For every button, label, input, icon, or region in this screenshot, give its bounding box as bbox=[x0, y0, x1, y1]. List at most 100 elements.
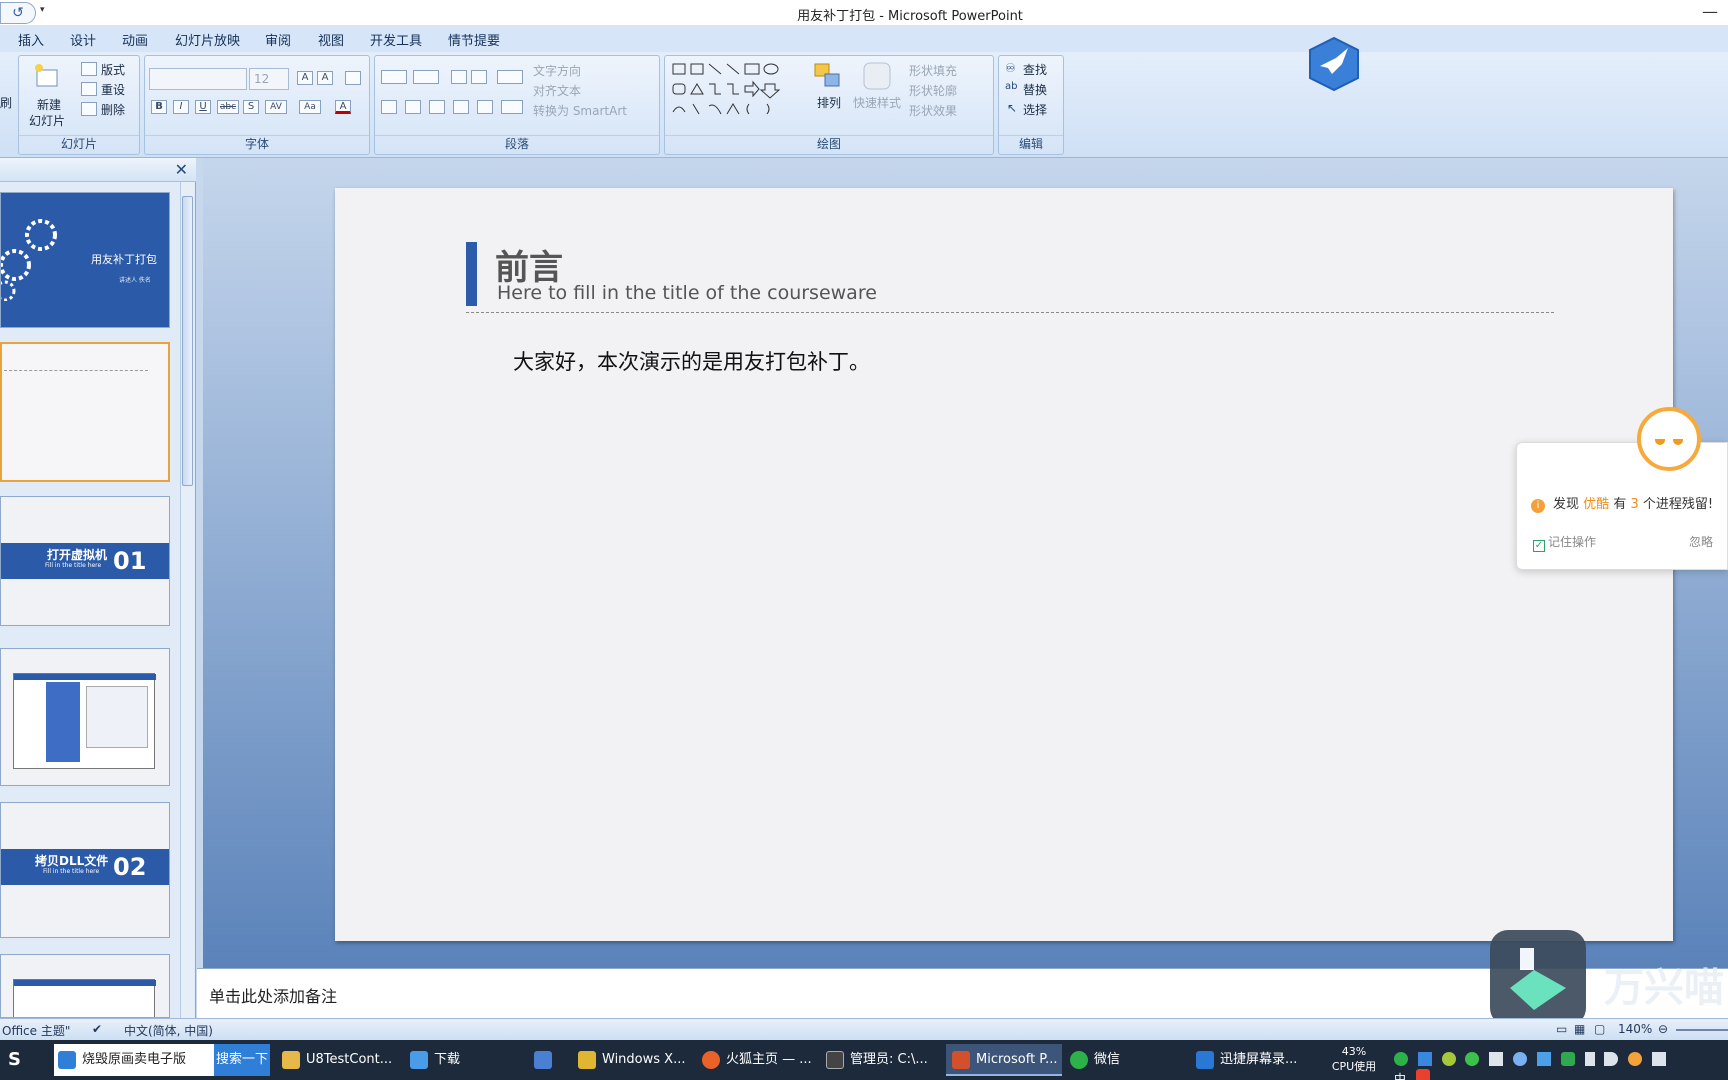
font-name-select[interactable] bbox=[149, 68, 247, 90]
slide-thumbnail-2[interactable] bbox=[0, 342, 170, 482]
tab-design[interactable]: 设计 bbox=[70, 30, 96, 49]
font-color-button[interactable]: A bbox=[335, 100, 351, 114]
find-button[interactable]: 查找 bbox=[1023, 61, 1047, 78]
scrollbar-thumb[interactable] bbox=[182, 196, 193, 486]
underline-button[interactable]: U bbox=[195, 100, 211, 114]
cpu-meter[interactable]: 43% CPU使用 bbox=[1324, 1044, 1384, 1074]
slide-thumbnail-6[interactable] bbox=[0, 954, 170, 1018]
columns-icon[interactable] bbox=[501, 100, 523, 114]
tray-nvidia-icon[interactable] bbox=[1394, 1052, 1408, 1066]
taskbar-search-box[interactable]: 烧毁原画卖电子版 bbox=[54, 1044, 214, 1076]
tray-wechat-icon[interactable] bbox=[1465, 1052, 1480, 1066]
slide-body-text[interactable]: 大家好，本次演示的是用友打包补丁。 bbox=[513, 346, 870, 376]
tray-shield-icon[interactable] bbox=[1536, 1052, 1551, 1066]
ime-indicator[interactable]: 中 bbox=[1394, 1072, 1406, 1080]
tray-user-icon[interactable] bbox=[1513, 1052, 1528, 1066]
bullets-icon[interactable] bbox=[381, 70, 407, 84]
slide-subtitle[interactable]: Here to fill in the title of the coursew… bbox=[497, 282, 877, 304]
change-case-button[interactable]: Aa bbox=[299, 100, 321, 114]
tray-security-icon[interactable] bbox=[1560, 1052, 1575, 1066]
zoom-out-icon[interactable]: ⊖ bbox=[1658, 1022, 1668, 1036]
clear-format-icon[interactable] bbox=[345, 71, 361, 85]
char-spacing-button[interactable]: AV bbox=[265, 100, 287, 114]
tray-volume-icon[interactable] bbox=[1604, 1052, 1619, 1066]
convert-smartart-button[interactable]: 转换为 SmartArt bbox=[533, 102, 627, 119]
minimize-button[interactable]: — bbox=[1702, 2, 1718, 21]
quick-styles-button[interactable]: 快速样式 bbox=[853, 94, 901, 111]
new-slide-dropdown[interactable]: 幻灯片 bbox=[29, 112, 65, 129]
delete-button[interactable]: 删除 bbox=[101, 101, 125, 118]
start-button[interactable]: S bbox=[8, 1044, 21, 1076]
shadow-button[interactable]: S bbox=[243, 100, 259, 114]
taskbar-item-recorder[interactable]: 迅捷屏幕录... bbox=[1196, 1044, 1297, 1076]
tab-animation[interactable]: 动画 bbox=[122, 30, 148, 49]
search-button[interactable]: 搜索一下 bbox=[214, 1044, 270, 1076]
shrink-font-icon[interactable]: A bbox=[317, 71, 333, 85]
checkbox-checked-icon[interactable]: ✓ bbox=[1533, 540, 1545, 552]
strikethrough-button[interactable]: abc bbox=[217, 100, 239, 114]
search-input-text[interactable]: 烧毁原画卖电子版 bbox=[82, 1052, 186, 1067]
grow-font-icon[interactable]: A bbox=[297, 71, 313, 85]
align-text-button[interactable]: 对齐文本 bbox=[533, 82, 581, 99]
tray-plus-icon[interactable] bbox=[1441, 1052, 1456, 1066]
taskbar-item-powerpoint[interactable]: Microsoft P... bbox=[946, 1044, 1062, 1076]
line-spacing-icon[interactable] bbox=[497, 70, 523, 84]
ignore-button[interactable]: 忽略 bbox=[1689, 533, 1713, 550]
slideshow-view-icon[interactable]: ▢ bbox=[1594, 1022, 1605, 1036]
justify-icon[interactable] bbox=[453, 100, 469, 114]
text-direction-button[interactable]: 文字方向 bbox=[533, 62, 581, 79]
bold-button[interactable]: B bbox=[151, 100, 167, 114]
format-painter-cut-label[interactable]: 刷 bbox=[0, 94, 12, 111]
shape-outline-button[interactable]: 形状轮廓 bbox=[909, 82, 957, 99]
italic-button[interactable]: I bbox=[173, 100, 189, 114]
align-center-icon[interactable] bbox=[405, 100, 421, 114]
remember-checkbox[interactable]: ✓ 记住操作 bbox=[1533, 533, 1596, 552]
tab-storyboard[interactable]: 情节提要 bbox=[448, 30, 500, 49]
slide-thumbnail-1[interactable]: 用友补丁打包 讲述人 佚名 bbox=[0, 192, 170, 328]
align-left-icon[interactable] bbox=[381, 100, 397, 114]
tray-network-icon[interactable] bbox=[1489, 1052, 1504, 1066]
taskbar-item-u8testcont[interactable]: U8TestCont... bbox=[282, 1044, 392, 1076]
shape-effects-button[interactable]: 形状效果 bbox=[909, 102, 957, 119]
tray-wifi-icon[interactable] bbox=[1652, 1052, 1667, 1066]
tab-developer[interactable]: 开发工具 bbox=[370, 30, 422, 49]
taskbar-item-wechat[interactable]: 微信 bbox=[1070, 1044, 1120, 1076]
zoom-level[interactable]: 140% bbox=[1618, 1022, 1652, 1036]
notes-placeholder[interactable]: 单击此处添加备注 bbox=[209, 983, 337, 1007]
tab-view[interactable]: 视图 bbox=[318, 30, 344, 49]
taskbar-item-windows-x[interactable]: Windows X... bbox=[578, 1044, 685, 1076]
tray-sogou-icon[interactable] bbox=[1415, 1069, 1430, 1080]
tray-cloud-icon[interactable] bbox=[1628, 1052, 1643, 1066]
layout-button[interactable]: 版式 bbox=[101, 61, 125, 78]
current-slide[interactable]: 前言 Here to fill in the title of the cour… bbox=[335, 188, 1673, 941]
slide-thumbnail-3[interactable]: 打开虚拟机 Fill in the title here 01 bbox=[0, 496, 170, 626]
shape-fill-button[interactable]: 形状填充 bbox=[909, 62, 957, 79]
tray-meeting-icon[interactable] bbox=[1417, 1052, 1432, 1066]
tab-insert[interactable]: 插入 bbox=[18, 30, 44, 49]
taskbar-item-cmd[interactable]: 管理员: C:\... bbox=[826, 1044, 928, 1076]
font-size-select[interactable]: 12 bbox=[249, 68, 289, 90]
shapes-gallery[interactable] bbox=[671, 62, 795, 118]
select-button[interactable]: 选择 bbox=[1023, 101, 1047, 118]
tab-review[interactable]: 审阅 bbox=[265, 30, 291, 49]
normal-view-icon[interactable]: ▭ bbox=[1556, 1022, 1567, 1036]
numbering-icon[interactable] bbox=[413, 70, 439, 84]
reset-button[interactable]: 重设 bbox=[101, 81, 125, 98]
increase-indent-icon[interactable] bbox=[471, 70, 487, 84]
sorter-view-icon[interactable]: ▦ bbox=[1574, 1022, 1585, 1036]
replace-button[interactable]: 替换 bbox=[1023, 81, 1047, 98]
slide-thumbnail-4[interactable] bbox=[0, 648, 170, 786]
close-panel-icon[interactable]: ✕ bbox=[175, 160, 188, 179]
distribute-icon[interactable] bbox=[477, 100, 493, 114]
tray-battery-icon[interactable] bbox=[1584, 1052, 1595, 1066]
spellcheck-icon[interactable]: ✔ bbox=[92, 1022, 102, 1036]
slides-scrollbar[interactable] bbox=[180, 182, 194, 1018]
decrease-indent-icon[interactable] bbox=[451, 70, 467, 84]
taskbar-item-firefox[interactable]: 火狐主页 — ... bbox=[702, 1044, 812, 1076]
slide-thumbnail-5[interactable]: 拷贝DLL文件 Fill in the title here 02 bbox=[0, 802, 170, 938]
tab-slideshow[interactable]: 幻灯片放映 bbox=[175, 30, 240, 49]
align-right-icon[interactable] bbox=[429, 100, 445, 114]
arrange-button[interactable]: 排列 bbox=[817, 94, 841, 111]
zoom-slider[interactable] bbox=[1676, 1029, 1728, 1031]
taskbar-item-download[interactable]: 下载 bbox=[410, 1044, 460, 1076]
